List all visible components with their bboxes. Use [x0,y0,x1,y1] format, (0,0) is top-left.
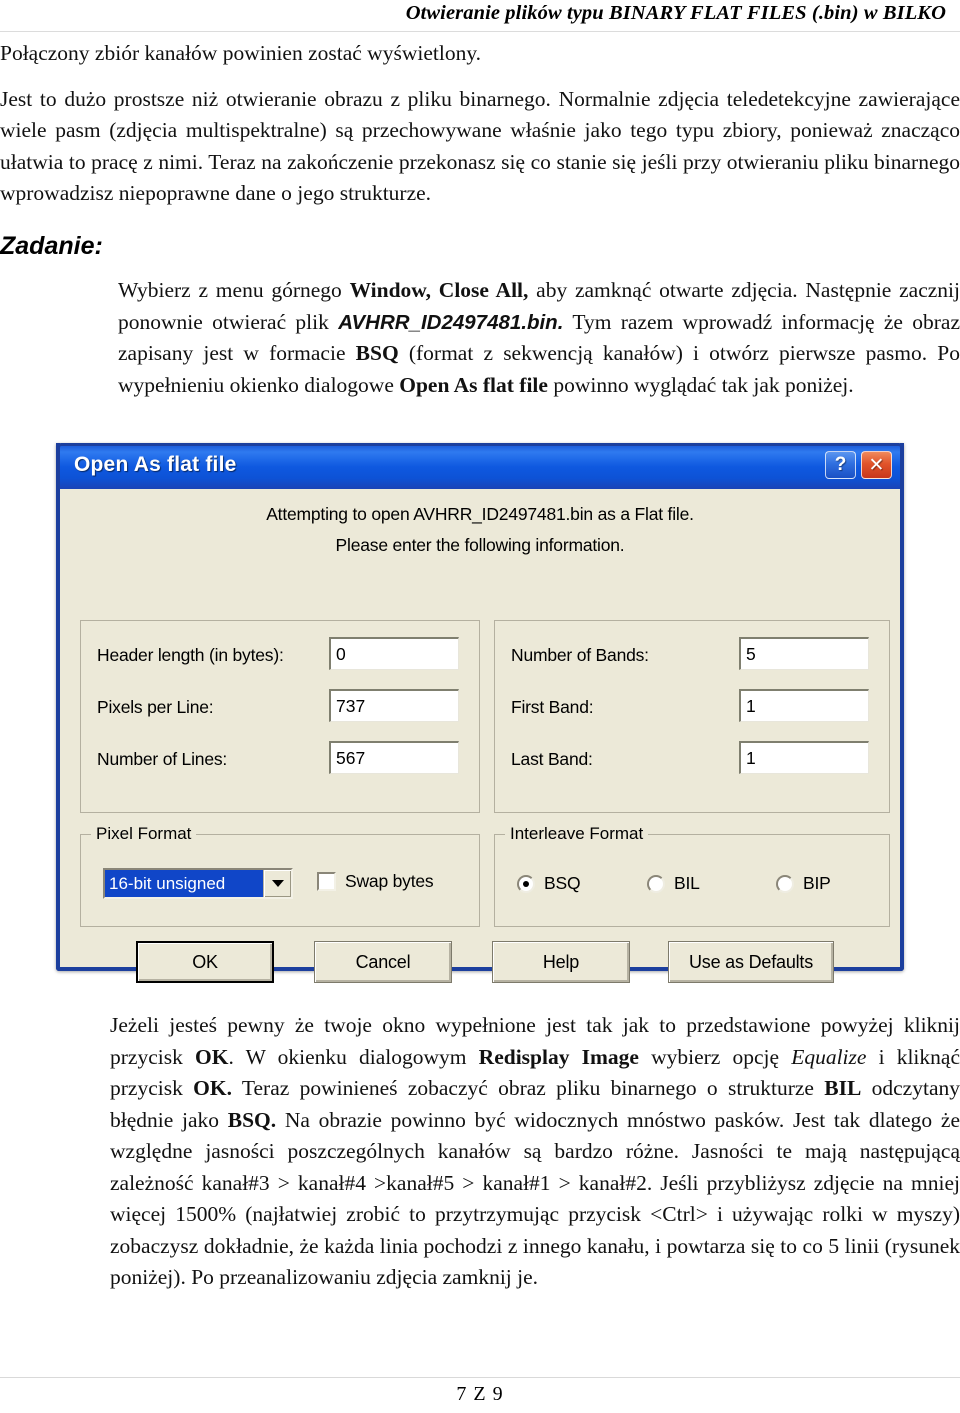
use-as-defaults-button[interactable]: Use as Defaults [668,941,834,983]
radio-icon-bil[interactable] [647,874,665,893]
paragraph-1: Jest to dużo prostsze niż otwieranie obr… [0,86,960,206]
after-text-2: . W okienku dialogowym [228,1044,479,1069]
left-fields-group: Header length (in bytes): 0 Pixels per L… [80,620,480,813]
after-italic-equalize: Equalize [791,1044,867,1069]
header-length-input[interactable]: 0 [329,637,459,670]
after-text-7: Na obrazie powinno być widocznych mnóstw… [110,1107,960,1290]
first-band-label: First Band: [511,697,594,717]
swap-bytes-label: Swap bytes [345,871,434,891]
number-of-bands-label: Number of Bands: [511,645,649,665]
cancel-button[interactable]: Cancel [314,941,452,983]
radio-label-bil: BIL [674,873,700,893]
task-text-1: Wybierz z menu górnego [118,278,350,302]
right-fields-group: Number of Bands: 5 First Band: 1 Last Ba… [494,620,890,813]
titlebar-buttons: ? ✕ [825,451,892,479]
last-band-input[interactable]: 1 [739,741,869,774]
number-of-lines-input[interactable]: 567 [329,741,459,774]
dialog-titlebar[interactable]: Open As flat file ? ✕ [56,443,904,489]
chevron-down-icon[interactable] [263,870,291,897]
after-bold-bil: BIL [824,1076,862,1100]
header-divider [0,31,960,32]
paragraph-after-dialog: Jeżeli jesteś pewny że twoje okno wypełn… [110,1010,960,1294]
after-bold-ok-2: OK. [193,1076,232,1100]
radio-label-bip: BIP [803,873,831,893]
task-heading: Zadanie: [0,232,103,260]
dialog-message-line-2: Please enter the following information. [335,535,625,555]
pixel-format-selected-value: 16-bit unsigned [105,870,263,897]
after-text-3: wybierz opcję [638,1044,792,1069]
last-band-label: Last Band: [511,749,593,769]
task-bold-window-close-all: Window, Close All, [349,278,529,302]
pixel-format-group: Pixel Format 16-bit unsigned Swap bytes [80,824,480,927]
dialog-body: Attempting to open AVHRR_ID2497481.bin a… [60,489,900,1013]
dialog-message-line-1: Attempting to open AVHRR_ID2497481.bin a… [266,504,694,524]
number-of-bands-input[interactable]: 5 [739,637,869,670]
pixels-per-line-label: Pixels per Line: [97,697,214,717]
open-as-flat-file-dialog[interactable]: Open As flat file ? ✕ Attempting to open… [56,443,904,983]
footer-divider [0,1377,960,1378]
task-filename: AVHRR_ID2497481.bin. [338,310,564,334]
page-number: 7 Z 9 [456,1383,504,1405]
pixel-format-group-title: Pixel Format [91,824,197,844]
document-content: Połączony zbiór kanałów powinien zostać … [0,38,960,210]
after-bold-ok-1: OK [194,1044,229,1069]
page-running-header: Otwieranie plików typu BINARY FLAT FILES… [0,0,960,28]
ok-button[interactable]: OK [136,941,274,983]
task-bold-open-as-flat-file: Open As flat file [399,372,548,397]
pixels-per-line-input[interactable]: 737 [329,689,459,722]
dialog-button-row: OK Cancel Help Use as Defaults [60,941,900,989]
close-icon[interactable]: ✕ [861,451,892,479]
number-of-lines-label: Number of Lines: [97,749,228,769]
interleave-format-group: Interleave Format BSQ BIL BIP [494,824,890,927]
help-button[interactable]: Help [492,941,630,983]
checkbox-icon[interactable] [317,872,336,891]
radio-option-bil[interactable]: BIL [647,873,700,894]
radio-label-bsq: BSQ [544,873,581,893]
radio-option-bip[interactable]: BIP [776,873,831,894]
pixel-format-dropdown[interactable]: 16-bit unsigned [103,868,293,899]
header-length-label: Header length (in bytes): [97,645,284,665]
radio-icon-bip[interactable] [776,874,794,893]
running-header-title: Otwieranie plików typu BINARY FLAT FILES… [405,2,946,24]
task-text-5: powinno wyglądać tak jak poniżej. [547,372,854,397]
intro-line: Połączony zbiór kanałów powinien zostać … [0,41,482,65]
dialog-title: Open As flat file [74,453,237,476]
after-text-5: Teraz powinieneś zobaczyć obraz pliku bi… [231,1076,825,1100]
task-bold-bsq: BSQ [355,341,399,365]
interleave-format-group-title: Interleave Format [505,824,649,844]
after-bold-bsq: BSQ. [227,1107,277,1132]
first-band-input[interactable]: 1 [739,689,869,722]
radio-icon-bsq[interactable] [517,874,535,893]
radio-option-bsq[interactable]: BSQ [517,873,581,894]
swap-bytes-checkbox[interactable]: Swap bytes [317,871,434,892]
after-bold-redisplay-image: Redisplay Image [478,1044,639,1069]
task-paragraph: Wybierz z menu górnego Window, Close All… [118,275,960,401]
help-icon[interactable]: ? [825,451,856,479]
